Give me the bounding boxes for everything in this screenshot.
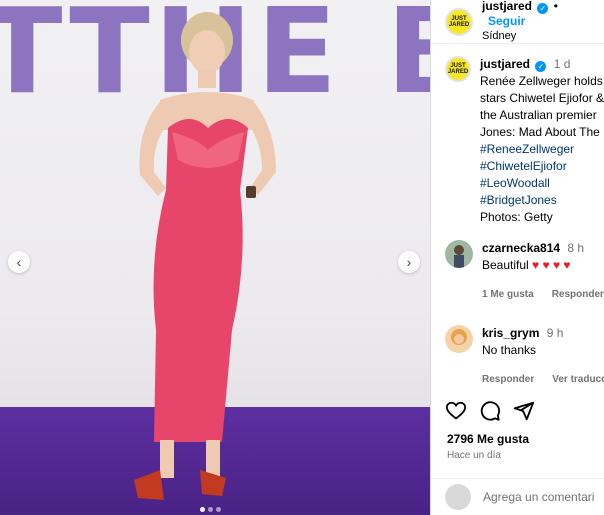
current-user-avatar — [445, 484, 471, 510]
add-comment-input[interactable]: Agrega un comentari — [483, 490, 594, 504]
carousel-dots — [200, 507, 221, 512]
caption-line: Jones: Mad About The — [480, 125, 600, 139]
commenter-username[interactable]: kris_grym — [482, 326, 539, 340]
commenter-username[interactable]: czarnecka814 — [482, 241, 560, 255]
hashtag-link[interactable]: #LeoWoodall — [480, 175, 604, 192]
see-translation-button[interactable]: Ver traducci — [552, 371, 604, 388]
caption-author-username[interactable]: justjared — [480, 57, 530, 71]
hashtag-link[interactable]: #ReneeZellweger — [480, 141, 604, 158]
share-icon[interactable] — [513, 400, 535, 422]
caption-line: Renée Zellweger holds — [480, 74, 603, 88]
verified-icon: ✓ — [537, 3, 549, 14]
commenter-avatar[interactable] — [445, 325, 473, 353]
verified-icon: ✓ — [535, 61, 547, 72]
comment-item: kris_grym 9 h No thanks Responder Ver tr… — [431, 325, 604, 388]
caption-timestamp[interactable]: 1 d — [554, 57, 571, 71]
comment-text: No thanks — [482, 343, 537, 357]
photo-credit: Photos: Getty — [480, 210, 553, 224]
just-jared-logo: JUST JARED — [448, 15, 470, 28]
photo-subject — [134, 12, 276, 500]
post-actions — [445, 400, 535, 422]
reply-button[interactable]: Responder — [552, 286, 604, 303]
add-comment-bar: Agrega un comentari — [431, 478, 604, 515]
post-date: Hace un día — [447, 450, 501, 461]
post-header: JUST JARED justjared ✓ • Seguir Sídney — [431, 0, 604, 44]
post-location[interactable]: Sídney — [482, 29, 604, 44]
follow-button[interactable]: Seguir — [488, 14, 525, 28]
comment-like-count[interactable]: 1 Me gusta — [482, 286, 534, 303]
heart-emojis: ♥ ♥ ♥ ♥ — [532, 258, 571, 272]
chevron-right-icon: › — [406, 254, 412, 270]
comment-timestamp[interactable]: 8 h — [567, 241, 584, 255]
next-photo-button[interactable]: › — [398, 251, 420, 273]
carousel-dot — [200, 507, 205, 512]
separator-dot: • — [553, 0, 558, 13]
caption-line: the Australian premier — [480, 108, 597, 122]
post-side-panel: JUST JARED justjared ✓ • Seguir Sídney J… — [430, 0, 604, 515]
commenter-avatar[interactable] — [445, 240, 473, 268]
author-avatar[interactable]: JUST JARED — [445, 7, 473, 36]
caption-author-avatar[interactable]: JUST JARED — [445, 56, 471, 82]
post-caption: JUST JARED justjared ✓ 1 d Renée Zellweg… — [431, 44, 604, 226]
hashtag-link[interactable]: #ChiwetelEjiofor — [480, 158, 604, 175]
carousel-dot — [216, 507, 221, 512]
chevron-left-icon: ‹ — [16, 254, 22, 270]
comment-timestamp[interactable]: 9 h — [547, 326, 564, 340]
comment-icon[interactable] — [479, 400, 501, 422]
comment-item: czarnecka814 8 h Beautiful ♥ ♥ ♥ ♥ 1 Me … — [431, 240, 604, 303]
caption-line: stars Chiwetel Ejiofor & — [480, 91, 604, 105]
previous-photo-button[interactable]: ‹ — [8, 251, 30, 273]
carousel-dot — [208, 507, 213, 512]
comment-text: Beautiful — [482, 258, 529, 272]
post-media[interactable]: TTHE BO ‹ › — [0, 0, 430, 515]
hashtag-link[interactable]: #BridgetJones — [480, 192, 604, 209]
likes-count[interactable]: 2796 Me gusta — [447, 432, 529, 446]
author-username[interactable]: justjared — [482, 0, 532, 13]
heart-icon[interactable] — [445, 400, 467, 422]
reply-button[interactable]: Responder — [482, 371, 534, 388]
just-jared-logo: JUST JARED — [447, 63, 469, 75]
